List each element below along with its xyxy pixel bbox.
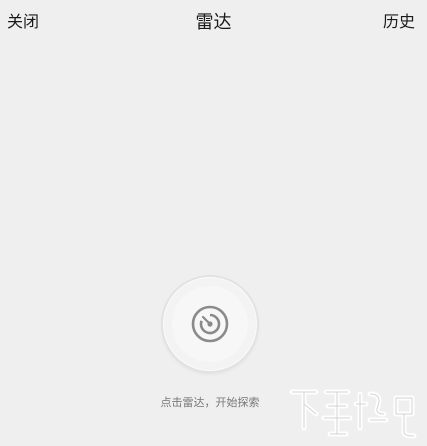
top-nav-bar: 关闭 雷达 历史 xyxy=(0,0,427,44)
history-button[interactable]: 历史 xyxy=(383,12,415,32)
site-logo-watermark xyxy=(289,389,417,439)
radar-icon xyxy=(191,305,229,343)
radar-button-face xyxy=(172,286,248,362)
page-title: 雷达 xyxy=(195,12,232,33)
close-button[interactable]: 关闭 xyxy=(7,12,39,32)
radar-button[interactable] xyxy=(163,277,257,371)
